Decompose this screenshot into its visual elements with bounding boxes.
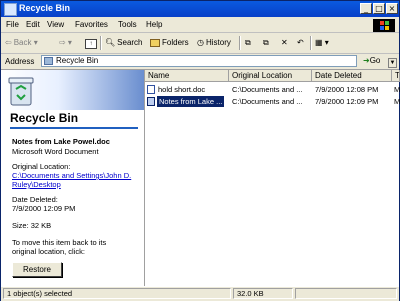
undo-button[interactable]: ↶ [297, 36, 304, 50]
column-header-original-location[interactable]: Original Location [229, 70, 312, 82]
detail-date-value: 7/9/2000 12:09 PM [12, 204, 76, 213]
menu-favorites[interactable]: Favorites [75, 20, 108, 29]
status-bar: 1 object(s) selected 32.0 KB [1, 286, 399, 301]
table-row[interactable]: Notes from Lake ... C:\Documents and ...… [145, 96, 400, 107]
file-name: Notes from Lake ... [157, 96, 225, 107]
go-button[interactable]: ➜Go [363, 56, 380, 65]
word-document-icon [147, 85, 155, 94]
address-value: Recycle Bin [56, 56, 99, 65]
title-bar[interactable]: Recycle Bin _ □ × [1, 1, 399, 17]
up-folder-icon: ↑ [85, 39, 97, 49]
file-list: Name Original Location Date Deleted T ho… [144, 70, 400, 286]
menu-bar: File Edit View Favorites Tools Help [1, 18, 399, 33]
menu-edit[interactable]: Edit [26, 20, 40, 29]
menu-tools[interactable]: Tools [118, 20, 137, 29]
status-zone [295, 288, 397, 299]
details-pane: Recycle Bin Notes from Lake Powel.doc Mi… [1, 70, 144, 286]
forward-arrow-icon: ⇨ [59, 38, 66, 47]
toolbar-separator [100, 36, 102, 50]
forward-button[interactable]: ⇨ ▾ [59, 36, 72, 50]
details-divider [10, 127, 138, 129]
file-date: 7/9/2000 12:08 PM [315, 85, 379, 94]
status-size: 32.0 KB [233, 288, 293, 299]
search-icon: 🔍︎ [105, 38, 116, 47]
history-button[interactable]: ◷ History [197, 36, 231, 50]
copy-to-icon: ⧉ [263, 38, 269, 47]
folders-label: Folders [162, 38, 189, 47]
recycle-bin-window: Recycle Bin _ □ × File Edit View Favorit… [0, 0, 400, 301]
menu-file[interactable]: File [6, 20, 19, 29]
folders-icon [150, 38, 160, 47]
delete-button[interactable]: ✕ [281, 36, 288, 50]
address-bar: Address Recycle Bin ▼ ➜Go [1, 54, 399, 70]
detail-location-link[interactable]: C:\Documents and Settings\John D. [12, 171, 131, 180]
detail-location-link-line2[interactable]: Ruley\Desktop [12, 180, 61, 189]
file-type: M [394, 85, 400, 94]
file-location: C:\Documents and ... [232, 85, 303, 94]
address-dropdown-arrow[interactable]: ▼ [388, 58, 397, 68]
file-location: C:\Documents and ... [232, 97, 303, 106]
file-date: 7/9/2000 12:09 PM [315, 97, 379, 106]
views-icon: ▦ [315, 38, 323, 47]
detail-file-type: Microsoft Word Document [12, 147, 99, 156]
windows-logo-icon [373, 19, 395, 32]
window-title: Recycle Bin [19, 3, 71, 13]
toolbar-separator [239, 36, 241, 50]
views-button[interactable]: ▦ ▾ [315, 36, 329, 50]
move-to-icon: ⧉ [245, 38, 251, 47]
table-row[interactable]: hold short.doc C:\Documents and ... 7/9/… [145, 84, 400, 95]
history-label: History [205, 38, 231, 48]
go-arrow-icon: ➜ [363, 56, 370, 65]
move-to-button[interactable]: ⧉ [245, 36, 251, 50]
restore-hint-line1: To move this item back to its [12, 238, 107, 247]
column-header-name[interactable]: Name [145, 70, 229, 82]
close-button[interactable]: × [386, 3, 398, 14]
restore-hint-line2: original location, click: [12, 247, 85, 256]
back-arrow-icon: ⇦ [5, 38, 12, 47]
folders-button[interactable]: Folders [150, 36, 189, 50]
detail-location-label: Original Location: [12, 162, 71, 171]
column-header-type[interactable]: T [392, 70, 400, 82]
address-field[interactable]: Recycle Bin ▼ [41, 55, 397, 68]
recycle-bin-icon [44, 57, 53, 65]
file-type: M [394, 97, 400, 106]
copy-to-button[interactable]: ⧉ [263, 36, 269, 50]
back-button[interactable]: ⇦ Back ▾ [5, 36, 38, 50]
detail-date-label: Date Deleted: [12, 195, 58, 204]
status-selection: 1 object(s) selected [3, 288, 231, 299]
minimize-button[interactable]: _ [360, 3, 372, 14]
column-header-date-deleted[interactable]: Date Deleted [312, 70, 392, 82]
recycle-bin-icon [8, 77, 34, 106]
maximize-button[interactable]: □ [373, 3, 385, 14]
back-label: Back [13, 38, 32, 48]
go-label: Go [369, 56, 381, 65]
toolbar: ⇦ Back ▾ ⇨ ▾ ↑ 🔍︎ Search Folders ◷ History … [1, 33, 399, 54]
detail-file-name: Notes from Lake Powel.doc [12, 137, 110, 146]
recycle-bin-icon [4, 3, 17, 16]
detail-size: Size: 32 KB [12, 221, 52, 230]
up-folder-button[interactable]: ↑ [85, 36, 97, 50]
search-button[interactable]: 🔍︎ Search [105, 36, 143, 50]
menu-help[interactable]: Help [146, 20, 162, 29]
search-label: Search [117, 38, 143, 48]
toolbar-separator [310, 36, 312, 50]
history-icon: ◷ [197, 38, 204, 47]
restore-button[interactable]: Restore [12, 262, 62, 277]
word-document-icon [147, 97, 155, 106]
menu-view[interactable]: View [47, 20, 64, 29]
details-heading: Recycle Bin [10, 111, 79, 125]
file-name: hold short.doc [158, 85, 206, 94]
address-label: Address [5, 57, 35, 66]
undo-icon: ↶ [297, 38, 304, 47]
delete-icon: ✕ [281, 38, 288, 47]
